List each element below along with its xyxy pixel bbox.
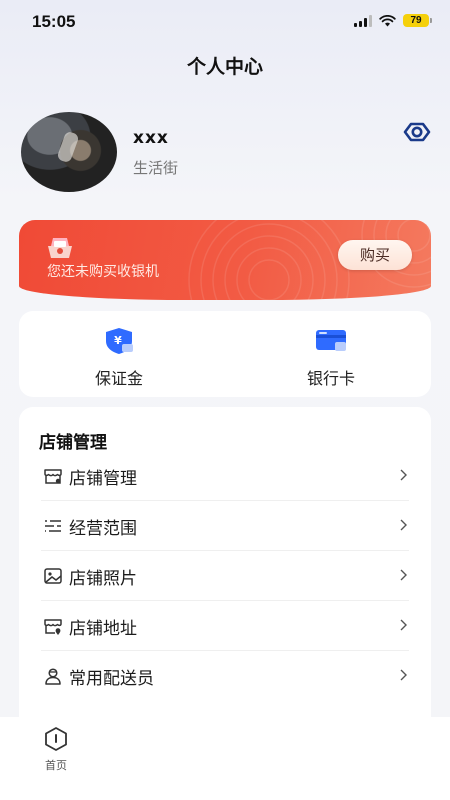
battery-level: 79 — [403, 14, 429, 27]
menu-item-store-address[interactable]: 店铺地址 — [41, 601, 409, 651]
home-hexagon-icon — [45, 727, 67, 751]
bank-card-label: 银行卡 — [306, 369, 355, 388]
wifi-icon — [379, 14, 396, 26]
menu-item-label: 经营范围 — [69, 519, 137, 539]
photo-icon — [44, 568, 62, 584]
chevron-right-icon — [400, 669, 407, 681]
bank-card-icon — [316, 330, 346, 351]
menu-item-business-scope[interactable]: 经营范围 — [41, 501, 409, 551]
quick-entries-card: ¥ 保证金 银行卡 — [19, 311, 431, 397]
menu-item-store-photos[interactable]: 店铺照片 — [41, 551, 409, 601]
battery-icon: 79 — [403, 14, 432, 27]
sliders-icon — [45, 520, 61, 532]
tab-home[interactable]: 首页 — [30, 726, 82, 773]
deposit-entry[interactable]: ¥ 保证金 — [19, 327, 219, 389]
user-subtitle: 生活街 — [133, 159, 179, 177]
avatar[interactable] — [21, 112, 117, 192]
courier-icon — [45, 668, 61, 685]
store-icon — [44, 469, 62, 484]
store-management-card: 店铺管理 店铺管理 经营范围 店铺照片 店铺地址 常用配送员 — [19, 407, 431, 737]
svg-text:¥: ¥ — [114, 334, 122, 347]
menu-item-label: 常用配送员 — [69, 669, 154, 689]
chevron-right-icon — [400, 619, 407, 631]
menu-item-couriers[interactable]: 常用配送员 — [41, 651, 409, 701]
chevron-right-icon — [400, 569, 407, 581]
tab-bar: 首页 — [0, 717, 450, 800]
menu-item-label: 店铺管理 — [69, 469, 137, 489]
user-name: xxx — [133, 128, 169, 148]
signal-icon — [354, 14, 372, 27]
status-icons: 79 — [354, 14, 432, 27]
chevron-right-icon — [400, 469, 407, 481]
store-location-icon — [44, 619, 62, 635]
status-time: 15:05 — [32, 12, 76, 31]
menu-item-label: 店铺照片 — [69, 569, 137, 589]
menu-item-store-management[interactable]: 店铺管理 — [41, 451, 409, 501]
buy-button[interactable]: 购买 — [338, 240, 412, 270]
page-title: 个人中心 — [186, 56, 263, 78]
tab-home-label: 首页 — [45, 759, 67, 772]
menu-item-label: 店铺地址 — [69, 619, 137, 639]
shield-yuan-icon: ¥ — [106, 328, 133, 354]
promo-banner[interactable]: 您还未购买收银机 购买 — [19, 220, 431, 300]
deposit-label: 保证金 — [94, 369, 143, 388]
banner-text: 您还未购买收银机 — [47, 264, 159, 280]
status-bar: 15:05 79 — [0, 0, 450, 44]
chevron-right-icon — [400, 519, 407, 531]
gift-icon — [48, 238, 72, 258]
bank-card-entry[interactable]: 银行卡 — [231, 327, 431, 389]
section-title: 店铺管理 — [39, 433, 107, 453]
eye-icon[interactable] — [401, 120, 433, 144]
